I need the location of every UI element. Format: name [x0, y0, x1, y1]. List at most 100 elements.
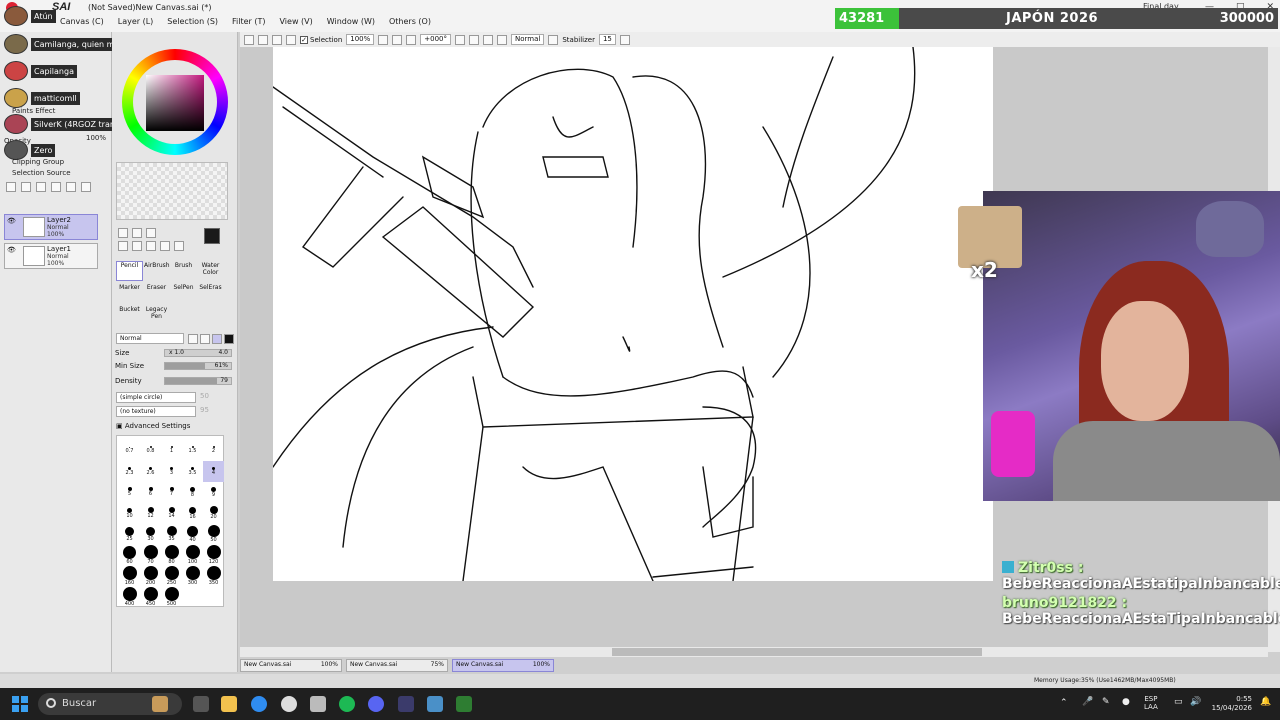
selection-toggle[interactable]: ✓ Selection [300, 35, 342, 44]
zoom-reset-button[interactable] [406, 34, 417, 45]
windows-start-icon[interactable] [12, 696, 28, 712]
menu-view[interactable]: View (V) [280, 17, 313, 26]
zoom-field[interactable]: 100% [346, 34, 375, 45]
brush-seleras[interactable]: SelEras [197, 283, 224, 303]
brush-selpen[interactable]: SelPen [170, 283, 197, 303]
shape-dropdown[interactable]: (simple circle) [116, 392, 196, 403]
rect-select-icon[interactable] [118, 228, 128, 238]
pen-icon[interactable]: ✎ [1102, 697, 1110, 707]
network-icon[interactable]: ▭ [1174, 697, 1183, 707]
brush-watercolor[interactable]: Water Color [197, 261, 224, 281]
tip-flat-icon[interactable] [188, 334, 198, 344]
brush-bucket[interactable]: Bucket [116, 305, 143, 325]
blend-mode-dropdown[interactable]: Normal [116, 333, 184, 344]
blend-field[interactable]: Normal [511, 34, 545, 45]
zoom-down-button[interactable] [378, 34, 389, 45]
tip-square-icon[interactable] [224, 334, 234, 344]
new-folder-button[interactable] [36, 182, 46, 192]
brush-size-option[interactable]: 100 [182, 545, 203, 566]
brush-size-option[interactable]: 10 [119, 503, 140, 524]
rotate-right-button[interactable] [469, 34, 480, 45]
chevron-up-icon[interactable]: ⌃ [1060, 698, 1068, 708]
rotation-field[interactable]: +000° [420, 34, 452, 45]
brush-brush[interactable]: Brush [170, 261, 197, 281]
gear-icon[interactable] [310, 696, 326, 712]
rotate-reset-button[interactable] [483, 34, 494, 45]
invert-selection-button[interactable] [286, 34, 296, 45]
saturation-value-square[interactable] [146, 75, 204, 131]
flip-button[interactable] [497, 34, 508, 45]
spotify-tray-icon[interactable]: ● [1122, 697, 1130, 707]
move-icon[interactable] [118, 241, 128, 251]
tip-sharp-icon[interactable] [212, 334, 222, 344]
widgets-icon[interactable] [152, 696, 168, 712]
brush-size-option[interactable]: 2 [203, 440, 224, 461]
brush-size-option[interactable]: 80 [161, 545, 182, 566]
brush-size-option[interactable]: 1 [161, 440, 182, 461]
menu-layer[interactable]: Layer (L) [118, 17, 154, 26]
blend-dropdown-button[interactable] [548, 34, 559, 45]
deselect-button[interactable] [272, 34, 282, 45]
notification-icon[interactable]: 🔔 [1260, 697, 1271, 707]
brush-size-option[interactable]: 40 [182, 524, 203, 545]
clock[interactable]: 0:55 15/04/2026 [1210, 695, 1252, 713]
file-explorer-icon[interactable] [221, 696, 237, 712]
obs-icon[interactable] [281, 696, 297, 712]
chrome-icon[interactable] [251, 696, 267, 712]
brush-size-option[interactable]: 6 [140, 482, 161, 503]
app-icon[interactable] [398, 696, 414, 712]
brush-size-option[interactable]: 16 [182, 503, 203, 524]
size-slider[interactable]: x 1.0 4.0 [164, 349, 232, 357]
brush-size-option[interactable]: 9 [203, 482, 224, 503]
merge-layer-button[interactable] [51, 182, 61, 192]
opacity-value[interactable]: 100% [86, 134, 106, 142]
brush-size-option[interactable]: 4 [203, 461, 224, 482]
selection-source-label[interactable]: Selection Source [12, 169, 71, 177]
delete-layer-button[interactable] [81, 182, 91, 192]
rotate-left-button[interactable] [455, 34, 466, 45]
menu-canvas[interactable]: Canvas (C) [60, 17, 104, 26]
brush-size-option[interactable]: 12 [140, 503, 161, 524]
document-tab[interactable]: New Canvas.sai 75% [346, 659, 448, 672]
brush-size-option[interactable]: 250 [161, 566, 182, 587]
microphone-icon[interactable]: 🎤 [1082, 697, 1093, 707]
brush-size-option[interactable]: 60 [119, 545, 140, 566]
photos-icon[interactable] [427, 696, 443, 712]
brush-airbrush[interactable]: AirBrush [143, 261, 170, 281]
new-linework-layer-button[interactable] [21, 182, 31, 192]
eye-icon[interactable]: 👁 [7, 246, 17, 255]
brush-size-option[interactable]: 20 [203, 503, 224, 524]
brush-size-option[interactable]: 50 [203, 524, 224, 545]
eye-icon[interactable]: 👁 [7, 217, 17, 226]
brush-size-option[interactable]: 400 [119, 587, 140, 608]
min-size-slider[interactable]: 61% [164, 362, 232, 370]
brush-size-option[interactable]: 160 [119, 566, 140, 587]
brush-size-option[interactable]: 120 [203, 545, 224, 566]
volume-icon[interactable]: 🔊 [1190, 697, 1201, 707]
menu-others[interactable]: Others (O) [389, 17, 431, 26]
hand-icon[interactable] [160, 241, 170, 251]
rotate-icon[interactable] [146, 241, 156, 251]
brush-size-option[interactable]: 3.5 [182, 461, 203, 482]
brush-size-option[interactable]: 0.8 [140, 440, 161, 461]
brush-size-option[interactable]: 14 [161, 503, 182, 524]
layer-item[interactable]: 👁 Layer1 Normal 100% [4, 243, 98, 269]
texture-dropdown[interactable]: (no texture) [116, 406, 196, 417]
zoom-up-button[interactable] [392, 34, 403, 45]
brush-size-option[interactable]: 300 [182, 566, 203, 587]
language-indicator[interactable]: ESP LAA [1144, 695, 1158, 711]
brush-size-option[interactable]: 200 [140, 566, 161, 587]
primary-color-swatch[interactable] [204, 228, 220, 244]
brush-size-option[interactable]: 3 [161, 461, 182, 482]
layer-item[interactable]: 👁 Layer2 Normal 100% [4, 214, 98, 240]
brush-size-option[interactable]: 2.3 [119, 461, 140, 482]
clear-layer-button[interactable] [66, 182, 76, 192]
drawing-canvas[interactable] [272, 46, 993, 582]
brush-marker[interactable]: Marker [116, 283, 143, 303]
horizontal-scrollbar[interactable] [240, 647, 1268, 657]
menu-selection[interactable]: Selection (S) [167, 17, 218, 26]
clipping-group-label[interactable]: Clipping Group [12, 158, 64, 166]
new-layer-button[interactable] [6, 182, 16, 192]
document-tab[interactable]: New Canvas.sai 100% [240, 659, 342, 672]
scrollbar-thumb[interactable] [612, 648, 982, 656]
